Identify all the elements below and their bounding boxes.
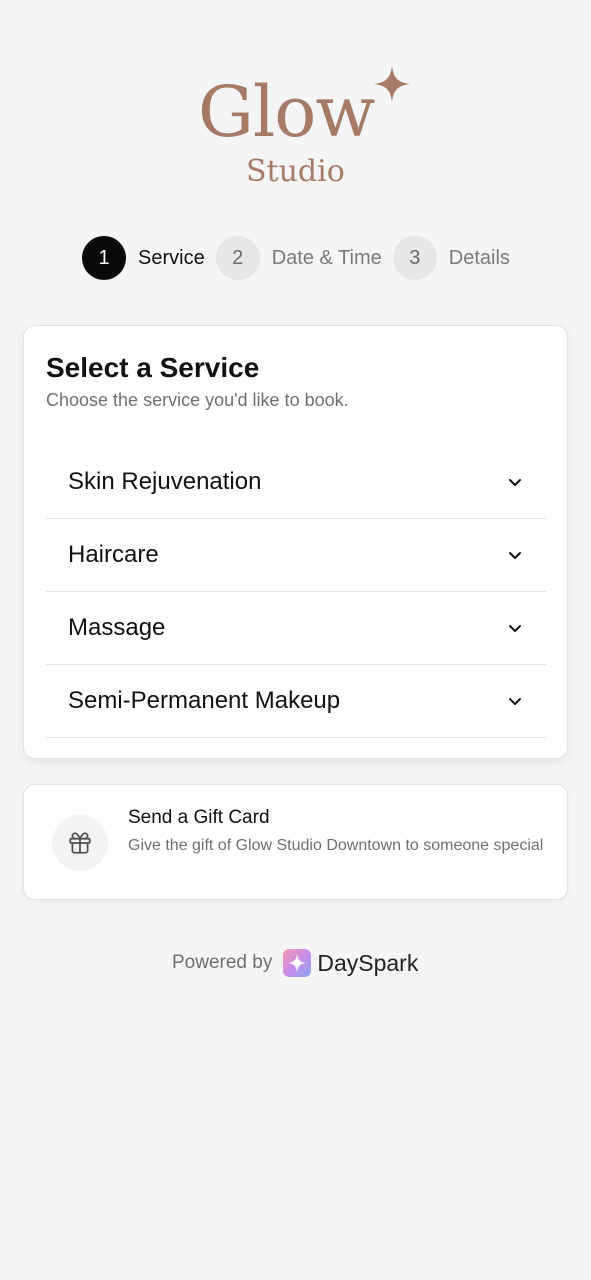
step-number: 3 <box>392 236 437 280</box>
card-title: Select a Service <box>46 352 260 383</box>
service-name: Semi-Permanent Makeup <box>68 687 341 714</box>
step-number: 2 <box>215 236 260 280</box>
card-subtitle: Choose the service you'd like to book. <box>46 390 349 410</box>
service-item-semi-permanent-makeup[interactable]: Semi-Permanent Makeup <box>46 665 546 738</box>
step-label: Date & Time <box>271 246 382 269</box>
service-card: Select a Service Choose the service you'… <box>23 325 568 759</box>
service-name: Haircare <box>68 541 159 568</box>
step-service[interactable]: 1 Service <box>82 236 205 280</box>
dayspark-name[interactable]: DaySpark <box>317 950 418 977</box>
step-label: Details <box>448 246 510 269</box>
chevron-down-icon <box>509 625 521 632</box>
service-list: Skin Rejuvenation Haircare Massage Semi-… <box>46 446 546 738</box>
chevron-down-icon <box>509 698 521 705</box>
booking-page: Glow Studio 1 Service 2 Date & Time 3 De… <box>0 0 591 1280</box>
powered-by: Powered by DaySpark <box>172 948 418 978</box>
sparkle-icon <box>374 66 410 102</box>
gift-card-title: Send a Gift Card <box>128 807 270 828</box>
gift-icon-wrap <box>52 815 108 871</box>
brand-sub: Studio <box>246 154 345 189</box>
brand-name: Glow <box>198 71 375 153</box>
step-details[interactable]: 3 Details <box>392 236 510 280</box>
step-label: Service <box>138 246 205 269</box>
step-date-time[interactable]: 2 Date & Time <box>215 236 382 280</box>
service-name: Skin Rejuvenation <box>68 468 262 495</box>
gift-card-description: Give the gift of Glow Studio Downtown to… <box>128 837 544 854</box>
gift-card-button[interactable]: Send a Gift Card Give the gift of Glow S… <box>23 784 568 900</box>
brand-logo: Glow Studio <box>190 62 420 202</box>
powered-by-text: Powered by <box>172 952 273 973</box>
service-item-skin-rejuvenation[interactable]: Skin Rejuvenation <box>46 446 546 519</box>
dayspark-logo-icon <box>283 949 312 977</box>
chevron-down-icon <box>509 479 521 486</box>
chevron-down-icon <box>509 552 521 559</box>
booking-stepper: 1 Service 2 Date & Time 3 Details <box>82 236 510 280</box>
service-name: Massage <box>68 614 166 641</box>
gift-icon <box>69 832 91 854</box>
step-number: 1 <box>82 236 126 280</box>
service-item-massage[interactable]: Massage <box>46 592 546 665</box>
service-item-haircare[interactable]: Haircare <box>46 519 546 592</box>
